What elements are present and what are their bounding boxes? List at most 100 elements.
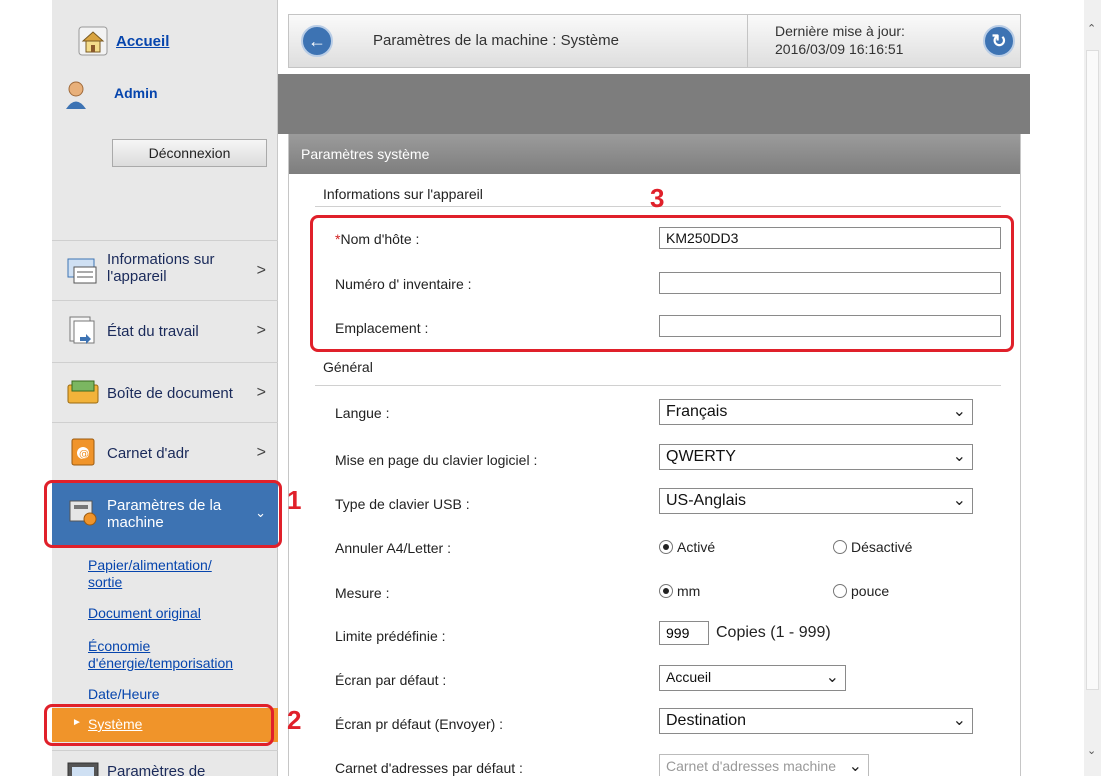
keyboard-layout-label: Mise en page du clavier logiciel : bbox=[335, 452, 538, 468]
usb-keyboard-value: US-Anglais bbox=[666, 492, 747, 509]
sub-item-paper[interactable]: Papier/alimentation/sortie bbox=[88, 557, 212, 591]
scrollbar[interactable]: ⌃ ⌄ bbox=[1084, 0, 1101, 776]
sidebar-item-settings[interactable]: Paramètres de bbox=[52, 750, 278, 776]
keyboard-layout-select[interactable]: QWERTY ⌄ bbox=[659, 444, 973, 470]
sub-item-date-time[interactable]: Date/Heure bbox=[88, 686, 160, 703]
back-arrow-icon[interactable]: ← bbox=[301, 25, 333, 57]
default-screen-label: Écran par défaut : bbox=[335, 672, 447, 688]
sidebar-item-label: Paramètres de bbox=[107, 763, 206, 776]
device-info-icon bbox=[67, 258, 97, 284]
chevron-down-icon: ⌄ bbox=[952, 492, 966, 509]
address-book-icon: @ bbox=[71, 438, 95, 466]
chevron-right-icon: > bbox=[256, 322, 266, 339]
default-screen-value: Accueil bbox=[666, 669, 712, 685]
sidebar-item-label: État du travail bbox=[107, 323, 199, 340]
sidebar-item-job-status[interactable]: État du travail > bbox=[52, 300, 278, 358]
sidebar-item-document-box[interactable]: Boîte de document > bbox=[52, 362, 278, 420]
radio-label: pouce bbox=[851, 583, 890, 599]
section-divider bbox=[315, 385, 1001, 386]
panel-title: Paramètres système bbox=[301, 146, 430, 162]
header-bar: ← Paramètres de la machine : Système Der… bbox=[288, 14, 1021, 68]
annotation-box-3 bbox=[310, 215, 1014, 352]
header: ← Paramètres de la machine : Système Der… bbox=[288, 0, 1021, 74]
sidebar-item-label: Carnet d'adr bbox=[107, 445, 190, 462]
header-band bbox=[278, 74, 1030, 134]
sidebar-item-address-book[interactable]: @ Carnet d'adr > bbox=[52, 422, 278, 480]
settings-icon bbox=[67, 762, 99, 776]
sidebar-home: Accueil bbox=[52, 0, 278, 74]
annotation-step-3: 3 bbox=[650, 183, 665, 213]
sub-item-energy-saving[interactable]: Économie d'énergie/temporisation bbox=[88, 638, 233, 672]
default-addrbook-select[interactable]: Carnet d'adresses machine ⌄ bbox=[659, 754, 869, 776]
scroll-up-icon[interactable]: ⌃ bbox=[1087, 22, 1096, 35]
radio-selected-icon bbox=[659, 540, 673, 554]
measure-label: Mesure : bbox=[335, 585, 390, 601]
default-screen-select[interactable]: Accueil ⌄ bbox=[659, 665, 846, 691]
measure-mm-radio[interactable]: mm bbox=[659, 583, 700, 599]
a4letter-off-radio[interactable]: Désactivé bbox=[833, 539, 912, 555]
section-title-general: Général bbox=[323, 359, 373, 375]
radio-selected-icon bbox=[659, 584, 673, 598]
chevron-right-icon: > bbox=[256, 444, 266, 461]
language-label: Langue : bbox=[335, 405, 390, 421]
panel-header: Paramètres système bbox=[289, 134, 1020, 174]
home-link[interactable]: Accueil bbox=[116, 33, 169, 50]
user-avatar-icon bbox=[66, 81, 86, 109]
home-icon[interactable] bbox=[78, 26, 108, 56]
sub-item-label: sortie bbox=[88, 574, 123, 590]
default-send-label: Écran pr défaut (Envoyer) : bbox=[335, 716, 504, 732]
document-box-icon bbox=[67, 380, 99, 404]
usb-keyboard-select[interactable]: US-Anglais ⌄ bbox=[659, 488, 973, 514]
radio-label: mm bbox=[677, 583, 701, 599]
job-status-icon bbox=[69, 316, 95, 344]
page-title: Paramètres de la machine : Système bbox=[373, 32, 619, 49]
a4letter-on-radio[interactable]: Activé bbox=[659, 539, 715, 555]
user-name: Admin bbox=[114, 85, 158, 101]
sub-item-original-document[interactable]: Document original bbox=[88, 605, 201, 622]
scroll-thumb[interactable] bbox=[1086, 50, 1099, 690]
measure-inch-radio[interactable]: pouce bbox=[833, 583, 889, 599]
chevron-down-icon: ⌄ bbox=[952, 448, 966, 465]
radio-label: Désactivé bbox=[851, 539, 913, 555]
last-update-time: 2016/03/09 16:16:51 bbox=[775, 41, 904, 57]
last-update-label: Dernière mise à jour: bbox=[775, 23, 905, 39]
chevron-right-icon: > bbox=[256, 262, 266, 279]
annotation-box-2 bbox=[44, 704, 274, 746]
chevron-down-icon: ⌄ bbox=[952, 403, 966, 420]
logout-button[interactable]: Déconnexion bbox=[112, 139, 267, 167]
default-addrbook-label: Carnet d'adresses par défaut : bbox=[335, 760, 523, 776]
refresh-icon[interactable]: ↻ bbox=[983, 25, 1015, 57]
annotation-box-1 bbox=[44, 480, 282, 548]
keyboard-layout-value: QWERTY bbox=[666, 448, 736, 465]
radio-unselected-icon bbox=[833, 540, 847, 554]
default-send-value: Destination bbox=[666, 712, 747, 729]
sidebar-item-label: l'appareil bbox=[107, 268, 167, 285]
default-send-select[interactable]: Destination ⌄ bbox=[659, 708, 973, 734]
sidebar-item-label: Informations sur bbox=[107, 251, 215, 268]
chevron-down-icon: ⌄ bbox=[952, 712, 966, 729]
language-select-value: Français bbox=[666, 403, 728, 420]
usb-keyboard-label: Type de clavier USB : bbox=[335, 496, 470, 512]
svg-text:@: @ bbox=[79, 449, 89, 460]
radio-unselected-icon bbox=[833, 584, 847, 598]
header-divider bbox=[747, 15, 748, 67]
chevron-down-icon: ⌄ bbox=[848, 758, 862, 775]
limit-label: Limite prédéfinie : bbox=[335, 628, 446, 644]
sidebar-item-device-info[interactable]: Informations sur l'appareil > bbox=[52, 240, 278, 298]
radio-label: Activé bbox=[677, 539, 716, 555]
default-addrbook-value: Carnet d'adresses machine bbox=[666, 758, 836, 774]
scroll-down-icon[interactable]: ⌄ bbox=[1087, 744, 1096, 757]
annotation-step-2: 2 bbox=[287, 705, 302, 735]
a4letter-label: Annuler A4/Letter : bbox=[335, 540, 451, 556]
sidebar-item-label: Boîte de document bbox=[107, 385, 233, 402]
annotation-step-1: 1 bbox=[287, 485, 302, 515]
chevron-right-icon: > bbox=[256, 384, 266, 401]
sub-item-label: d'énergie/temporisation bbox=[88, 655, 234, 671]
sidebar: Accueil Admin Déconnexion Informations s… bbox=[52, 0, 278, 776]
sub-item-label: Papier/alimentation/ bbox=[88, 557, 212, 573]
language-select[interactable]: Français ⌄ bbox=[659, 399, 973, 425]
section-title-device: Informations sur l'appareil bbox=[323, 186, 483, 202]
limit-input[interactable] bbox=[659, 621, 709, 645]
sub-item-label: Économie bbox=[88, 638, 151, 654]
chevron-down-icon: ⌄ bbox=[825, 669, 839, 686]
